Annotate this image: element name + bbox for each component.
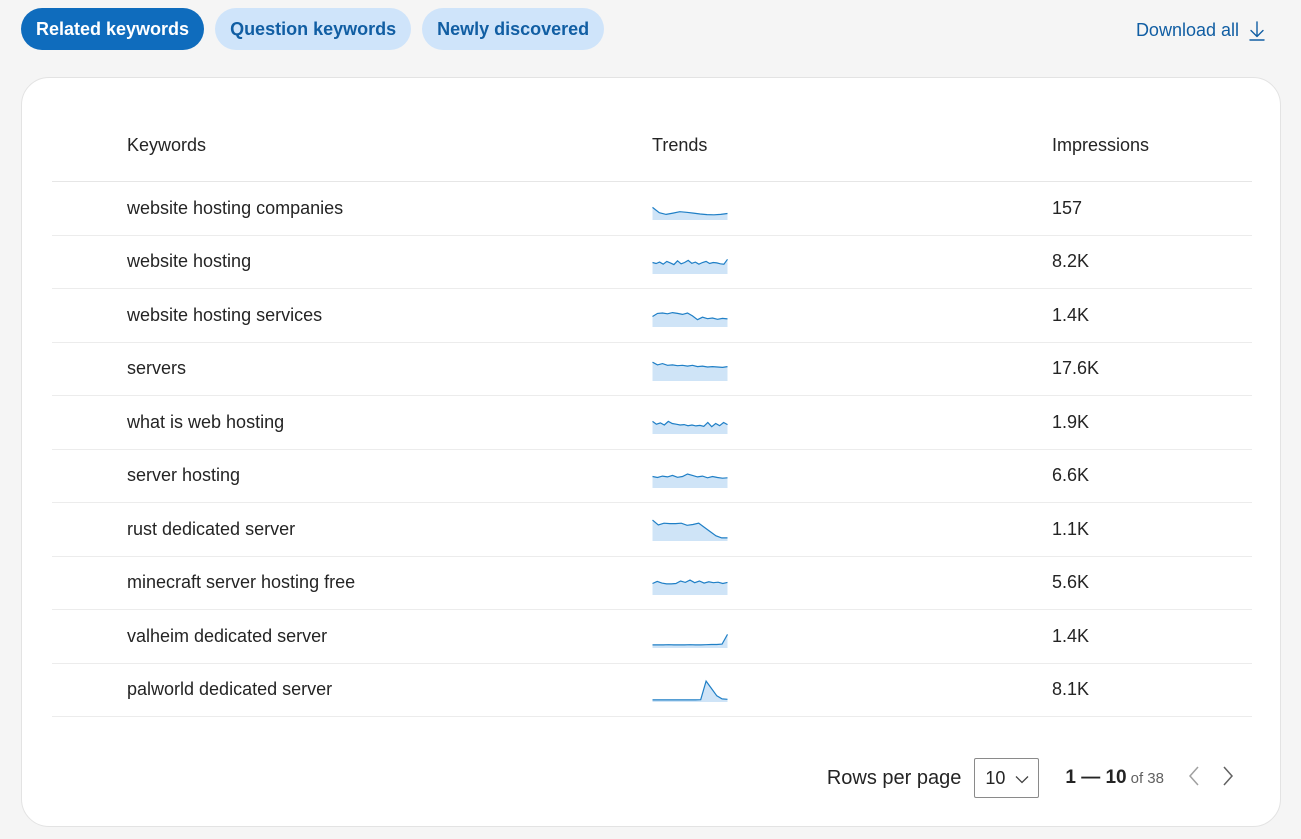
- keywords-table: Keywords Trends Impressions website host…: [52, 110, 1252, 717]
- table-row: server hosting 6.6K: [52, 450, 1252, 503]
- trend-sparkline: [652, 361, 728, 381]
- trend-sparkline: [652, 579, 728, 595]
- table-row: website hosting companies 157: [52, 182, 1252, 236]
- trend-cell: [652, 410, 1052, 435]
- tab-related-keywords[interactable]: Related keywords: [21, 8, 205, 50]
- table-body: website hosting companies 157 website host…: [52, 182, 1252, 717]
- impressions-cell: 8.2K: [1052, 251, 1090, 272]
- page-range: 1 — 10 of 38: [1065, 767, 1164, 789]
- rows-per-page-select[interactable]: 10: [974, 758, 1040, 798]
- trend-cell: [652, 571, 1052, 595]
- trend-area: [652, 634, 728, 649]
- page-total: of 38: [1130, 770, 1164, 787]
- keyword-cell: servers: [127, 358, 187, 379]
- page-range-value: 1 — 10: [1065, 767, 1127, 788]
- trend-cell: [652, 303, 1052, 328]
- chevron-right-icon[interactable]: [1222, 765, 1234, 792]
- impressions-cell: 1.9K: [1052, 411, 1090, 432]
- trend-sparkline: [652, 473, 728, 488]
- impressions-cell: 1.4K: [1052, 304, 1090, 325]
- trend-sparkline: [652, 634, 728, 649]
- impressions-cell: 6.6K: [1052, 465, 1090, 486]
- download-all-button[interactable]: Download all: [1136, 20, 1265, 41]
- keyword-cell: valheim dedicated server: [127, 625, 328, 646]
- impressions-cell: 157: [1052, 197, 1083, 218]
- keyword-cell: server hosting: [127, 465, 241, 486]
- trend-sparkline: [652, 420, 728, 435]
- rows-per-page-value: 10: [985, 767, 1006, 788]
- download-all-label: Download all: [1135, 20, 1239, 40]
- keyword-tabs: Related keywords Question keywords Newly…: [21, 8, 605, 50]
- chevron-down-icon: [1015, 768, 1029, 789]
- pagination: Rows per page 10 1 — 10 of 38: [827, 758, 1234, 798]
- table-row: rust dedicated server 1.1K: [52, 503, 1252, 557]
- tab-question-keywords[interactable]: Question keywords: [215, 8, 412, 50]
- trend-cell: [652, 357, 1052, 381]
- table-header: Keywords Trends Impressions: [52, 110, 1252, 182]
- table-row: servers 17.6K: [52, 343, 1252, 396]
- trend-line: [652, 634, 728, 646]
- header-impressions: Impressions: [1052, 135, 1150, 155]
- keyword-cell: website hosting companies: [127, 197, 344, 218]
- impressions-cell: 8.1K: [1052, 679, 1090, 700]
- table-row: minecraft server hosting free 5.6K: [52, 557, 1252, 610]
- keyword-cell: rust dedicated server: [127, 518, 296, 539]
- page-nav: [1188, 765, 1234, 792]
- keyword-cell: palworld dedicated server: [127, 679, 333, 700]
- download-icon: [1249, 20, 1265, 41]
- header-trends: Trends: [652, 135, 708, 155]
- impressions-cell: 1.1K: [1052, 518, 1090, 539]
- trend-cell: [652, 624, 1052, 649]
- trend-cell: [652, 678, 1052, 702]
- trend-sparkline: [652, 519, 728, 542]
- table-row: palworld dedicated server 8.1K: [52, 664, 1252, 717]
- keyword-cell: website hosting: [127, 251, 252, 272]
- tab-newly-discovered[interactable]: Newly discovered: [422, 8, 605, 50]
- table-row: website hosting 8.2K: [52, 236, 1252, 289]
- header-keywords: Keywords: [127, 135, 207, 155]
- table-row: website hosting services 1.4K: [52, 289, 1252, 343]
- chevron-left-icon[interactable]: [1188, 765, 1200, 792]
- keyword-cell: what is web hosting: [127, 411, 285, 432]
- trend-cell: [652, 196, 1052, 221]
- impressions-cell: 1.4K: [1052, 625, 1090, 646]
- keyword-cell: website hosting services: [127, 304, 323, 325]
- trend-area: [652, 361, 728, 381]
- keywords-card: Keywords Trends Impressions website host…: [21, 77, 1281, 827]
- rows-per-page-label: Rows per page: [826, 766, 962, 789]
- table-row: what is web hosting 1.9K: [52, 396, 1252, 450]
- trend-cell: [652, 517, 1052, 542]
- trend-cell: [652, 464, 1052, 488]
- trend-sparkline: [652, 679, 728, 702]
- trend-sparkline: [652, 207, 728, 221]
- trend-sparkline: [652, 312, 728, 328]
- trend-cell: [652, 250, 1052, 274]
- impressions-cell: 5.6K: [1052, 572, 1090, 593]
- table-row: valheim dedicated server 1.4K: [52, 610, 1252, 664]
- trend-sparkline: [652, 258, 728, 274]
- trend-area: [652, 680, 728, 702]
- impressions-cell: 17.6K: [1052, 358, 1100, 379]
- keyword-cell: minecraft server hosting free: [127, 572, 356, 593]
